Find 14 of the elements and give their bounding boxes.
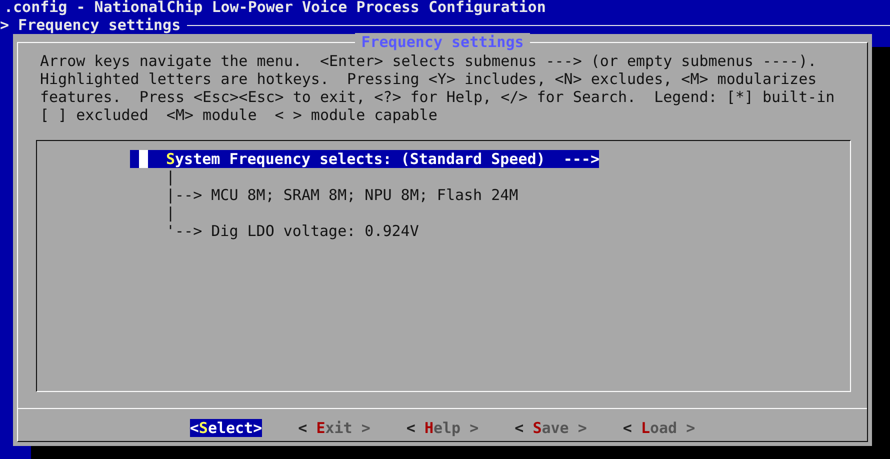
dialog-button[interactable]: < Help >	[406, 419, 479, 437]
comment-line[interactable]: |	[130, 168, 176, 186]
comment-line[interactable]: '--> Dig LDO voltage: 0.924V	[130, 222, 419, 240]
menu-item[interactable]: System Frequency selects: (Standard Speed) --->	[130, 150, 600, 168]
dialog-button[interactable]: < Save >	[514, 419, 587, 437]
window-title: .config - NationalChip Low-Power Voice Process Configuration	[3, 0, 547, 16]
dialog-button[interactable]: < Load >	[622, 419, 696, 437]
dialog-button[interactable]: <Select>	[190, 419, 262, 437]
dialog-button[interactable]: < Exit >	[298, 419, 370, 437]
help-text: Arrow keys navigate the menu. <Enter> selects submenus ---> (or empty submenus ----). Highlighted letters are hotkeys. Pressing <Y> includes, <N> excludes, <M> modularizes features. Press <Esc><Esc> to exit, <?> for Help, </> for Search. Legend: [*] built-in [ ] excluded <M> module < > module capable	[39, 52, 835, 124]
breadcrumb: > Frequency settings	[0, 16, 182, 34]
dialog-title: Frequency settings	[355, 33, 530, 51]
comment-line[interactable]: |--> MCU 8M; SRAM 8M; NPU 8M; Flash 24M	[130, 186, 518, 204]
comment-line[interactable]: |	[130, 204, 176, 222]
